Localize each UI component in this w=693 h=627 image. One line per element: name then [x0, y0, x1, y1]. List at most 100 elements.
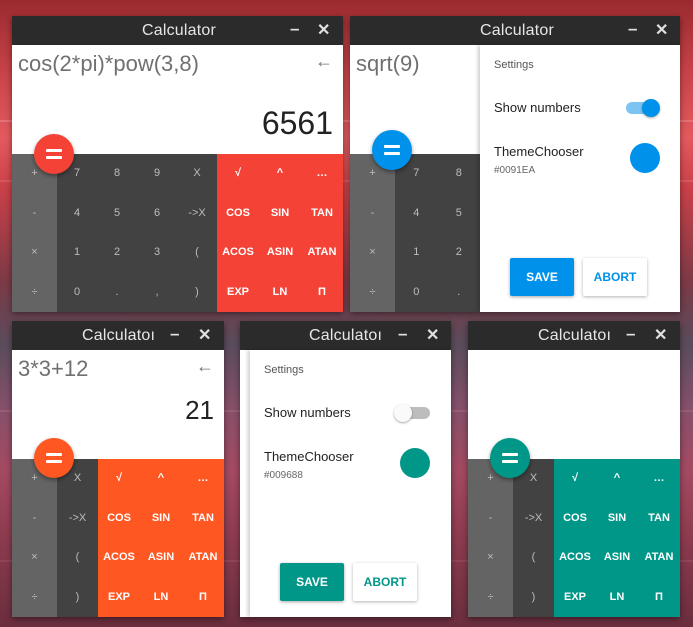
function-key[interactable]: ASIN [140, 538, 182, 578]
minimize-icon[interactable]: – [628, 19, 637, 39]
number-key[interactable]: . [97, 273, 137, 313]
operator-key[interactable]: - [12, 499, 57, 539]
backspace-icon[interactable]: ← [196, 356, 214, 377]
function-key[interactable]: √ [217, 154, 259, 194]
theme-color-swatch[interactable] [400, 448, 430, 478]
number-key[interactable]: 5 [438, 194, 481, 234]
save-button[interactable]: SAVE [510, 258, 574, 296]
function-key[interactable]: EXP [98, 578, 140, 618]
number-key[interactable]: X [177, 154, 217, 194]
function-key[interactable]: √ [98, 459, 140, 499]
function-key[interactable]: TAN [301, 194, 343, 234]
number-key[interactable]: 3 [137, 233, 177, 273]
number-key[interactable]: 8 [438, 154, 481, 194]
equals-button[interactable] [34, 438, 74, 478]
close-icon[interactable]: ✕ [426, 325, 439, 345]
function-key[interactable]: … [301, 154, 343, 194]
function-key[interactable]: … [182, 459, 224, 499]
title-bar[interactable]: Calculatoı – ✕ [240, 321, 451, 350]
number-key[interactable]: 4 [57, 194, 97, 234]
expression-input[interactable]: cos(2*pi)*pow(3,8) [18, 51, 199, 77]
equals-button[interactable] [490, 438, 530, 478]
operator-key[interactable]: - [350, 194, 395, 234]
number-key[interactable]: 2 [438, 233, 481, 273]
number-key[interactable]: ) [513, 578, 554, 618]
number-key[interactable]: ( [177, 233, 217, 273]
function-key[interactable]: EXP [554, 578, 596, 618]
function-key[interactable]: TAN [182, 499, 224, 539]
function-key[interactable]: SIN [596, 499, 638, 539]
function-key[interactable]: ATAN [638, 538, 680, 578]
number-key[interactable]: 6 [137, 194, 177, 234]
close-icon[interactable]: ✕ [198, 325, 211, 345]
function-key[interactable]: ATAN [182, 538, 224, 578]
function-key[interactable]: ^ [259, 154, 301, 194]
expression-input[interactable]: sqrt(9) [356, 51, 420, 77]
number-key[interactable]: 5 [97, 194, 137, 234]
title-bar[interactable]: Calculator – ✕ [350, 16, 680, 45]
function-key[interactable]: ATAN [301, 233, 343, 273]
minimize-icon[interactable]: – [626, 324, 635, 344]
number-key[interactable]: . [438, 273, 481, 313]
number-key[interactable]: 1 [57, 233, 97, 273]
number-key[interactable]: ) [177, 273, 217, 313]
abort-button[interactable]: ABORT [583, 258, 647, 296]
number-key[interactable]: 4 [395, 194, 438, 234]
function-key[interactable]: ASIN [596, 538, 638, 578]
number-key[interactable]: 0 [57, 273, 97, 313]
save-button[interactable]: SAVE [280, 563, 344, 601]
close-icon[interactable]: ✕ [317, 20, 330, 40]
number-key[interactable]: ( [513, 538, 554, 578]
operator-key[interactable]: × [468, 538, 513, 578]
number-key[interactable]: 1 [395, 233, 438, 273]
function-key[interactable]: √ [554, 459, 596, 499]
operator-key[interactable]: ÷ [12, 578, 57, 618]
function-key[interactable]: LN [259, 273, 301, 313]
function-key[interactable]: COS [217, 194, 259, 234]
function-key[interactable]: SIN [259, 194, 301, 234]
function-key[interactable]: Π [638, 578, 680, 618]
operator-key[interactable]: - [12, 194, 57, 234]
number-key[interactable]: 2 [97, 233, 137, 273]
function-key[interactable]: COS [98, 499, 140, 539]
number-key[interactable]: 0 [395, 273, 438, 313]
number-key[interactable]: ->X [177, 194, 217, 234]
operator-key[interactable]: ÷ [12, 273, 57, 313]
function-key[interactable]: ^ [140, 459, 182, 499]
title-bar[interactable]: Calculator – ✕ [12, 16, 343, 45]
minimize-icon[interactable]: – [290, 19, 299, 39]
function-key[interactable]: ACOS [98, 538, 140, 578]
number-key[interactable]: 9 [137, 154, 177, 194]
operator-key[interactable]: × [350, 233, 395, 273]
function-key[interactable]: … [638, 459, 680, 499]
number-key[interactable]: ->X [57, 499, 98, 539]
operator-key[interactable]: × [12, 538, 57, 578]
expression-input[interactable]: 3*3+12 [18, 356, 88, 382]
function-key[interactable]: ASIN [259, 233, 301, 273]
minimize-icon[interactable]: – [398, 324, 407, 344]
function-key[interactable]: Π [301, 273, 343, 313]
function-key[interactable]: ACOS [554, 538, 596, 578]
close-icon[interactable]: ✕ [654, 325, 667, 345]
number-key[interactable]: , [137, 273, 177, 313]
operator-key[interactable]: ÷ [468, 578, 513, 618]
number-key[interactable]: 8 [97, 154, 137, 194]
operator-key[interactable]: ÷ [350, 273, 395, 313]
number-key[interactable]: ( [57, 538, 98, 578]
title-bar[interactable]: Calculatoı – ✕ [468, 321, 680, 350]
function-key[interactable]: ACOS [217, 233, 259, 273]
function-key[interactable]: SIN [140, 499, 182, 539]
function-key[interactable]: Π [182, 578, 224, 618]
operator-key[interactable]: - [468, 499, 513, 539]
operator-key[interactable]: × [12, 233, 57, 273]
equals-button[interactable] [372, 130, 412, 170]
minimize-icon[interactable]: – [170, 324, 179, 344]
function-key[interactable]: COS [554, 499, 596, 539]
equals-button[interactable] [34, 134, 74, 174]
title-bar[interactable]: Calculatoı – ✕ [12, 321, 224, 350]
theme-color-swatch[interactable] [630, 143, 660, 173]
backspace-icon[interactable]: ← [315, 51, 333, 72]
function-key[interactable]: LN [596, 578, 638, 618]
function-key[interactable]: EXP [217, 273, 259, 313]
close-icon[interactable]: ✕ [655, 20, 668, 40]
